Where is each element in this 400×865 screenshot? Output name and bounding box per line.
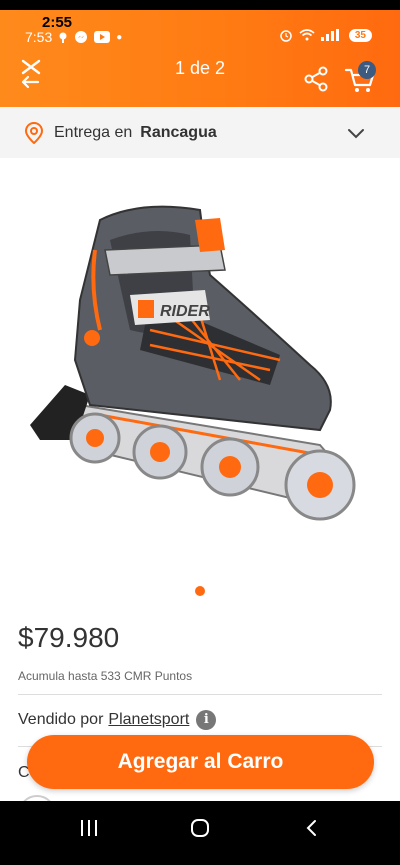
brand-label: RIDER	[160, 303, 210, 320]
location-pin-icon	[24, 121, 44, 144]
wheel-3	[200, 437, 260, 497]
inner-status-bar: 7:53 ●	[25, 28, 122, 46]
info-icon[interactable]: i	[196, 710, 217, 730]
add-to-cart-button[interactable]: Agregar al Carro	[27, 735, 374, 789]
wheel-2	[132, 424, 188, 480]
back-icon[interactable]	[304, 818, 320, 838]
youtube-icon	[94, 31, 111, 43]
page-indicator: 1 de 2	[174, 58, 226, 78]
wheel-4	[284, 449, 356, 521]
more-notifications-dot: ●	[116, 31, 123, 43]
seller-link[interactable]: Planetsport	[108, 711, 189, 729]
delivery-city: Rancagua	[140, 123, 217, 141]
seller-row: Vendido por Planetsport i	[18, 710, 217, 730]
wheel-1	[69, 412, 121, 464]
product-price: $79.980	[18, 622, 120, 653]
delivery-prefix: Entrega en	[54, 123, 133, 141]
home-icon[interactable]	[190, 818, 210, 838]
alarm-icon	[280, 30, 292, 42]
share-icon[interactable]	[303, 66, 329, 92]
status-right: 35	[279, 28, 372, 42]
cmr-points-text: Acumula hasta 533 CMR Puntos	[18, 669, 193, 683]
chevron-down-icon[interactable]	[346, 123, 366, 143]
battery-indicator: 35	[348, 28, 372, 42]
seller-prefix: Vendido por	[18, 711, 104, 728]
cart-count-badge: 7	[358, 61, 376, 79]
product-image[interactable]: RIDER	[20, 180, 380, 540]
inner-time: 7:53	[25, 29, 53, 45]
screen: 7:53 ● 35 1 de 2 2:55 7 Entrega en Ranca…	[0, 0, 400, 865]
notification-icon	[59, 32, 67, 43]
recent-apps-icon[interactable]	[78, 818, 100, 838]
signal-icon	[320, 29, 339, 41]
carousel-indicator-dot[interactable]	[195, 586, 205, 596]
wifi-icon	[299, 29, 315, 41]
messenger-icon	[75, 31, 88, 43]
outer-time: 2:55	[42, 14, 73, 31]
divider	[18, 694, 382, 695]
delivery-location-bar[interactable]: Entrega en Rancagua	[0, 107, 400, 158]
